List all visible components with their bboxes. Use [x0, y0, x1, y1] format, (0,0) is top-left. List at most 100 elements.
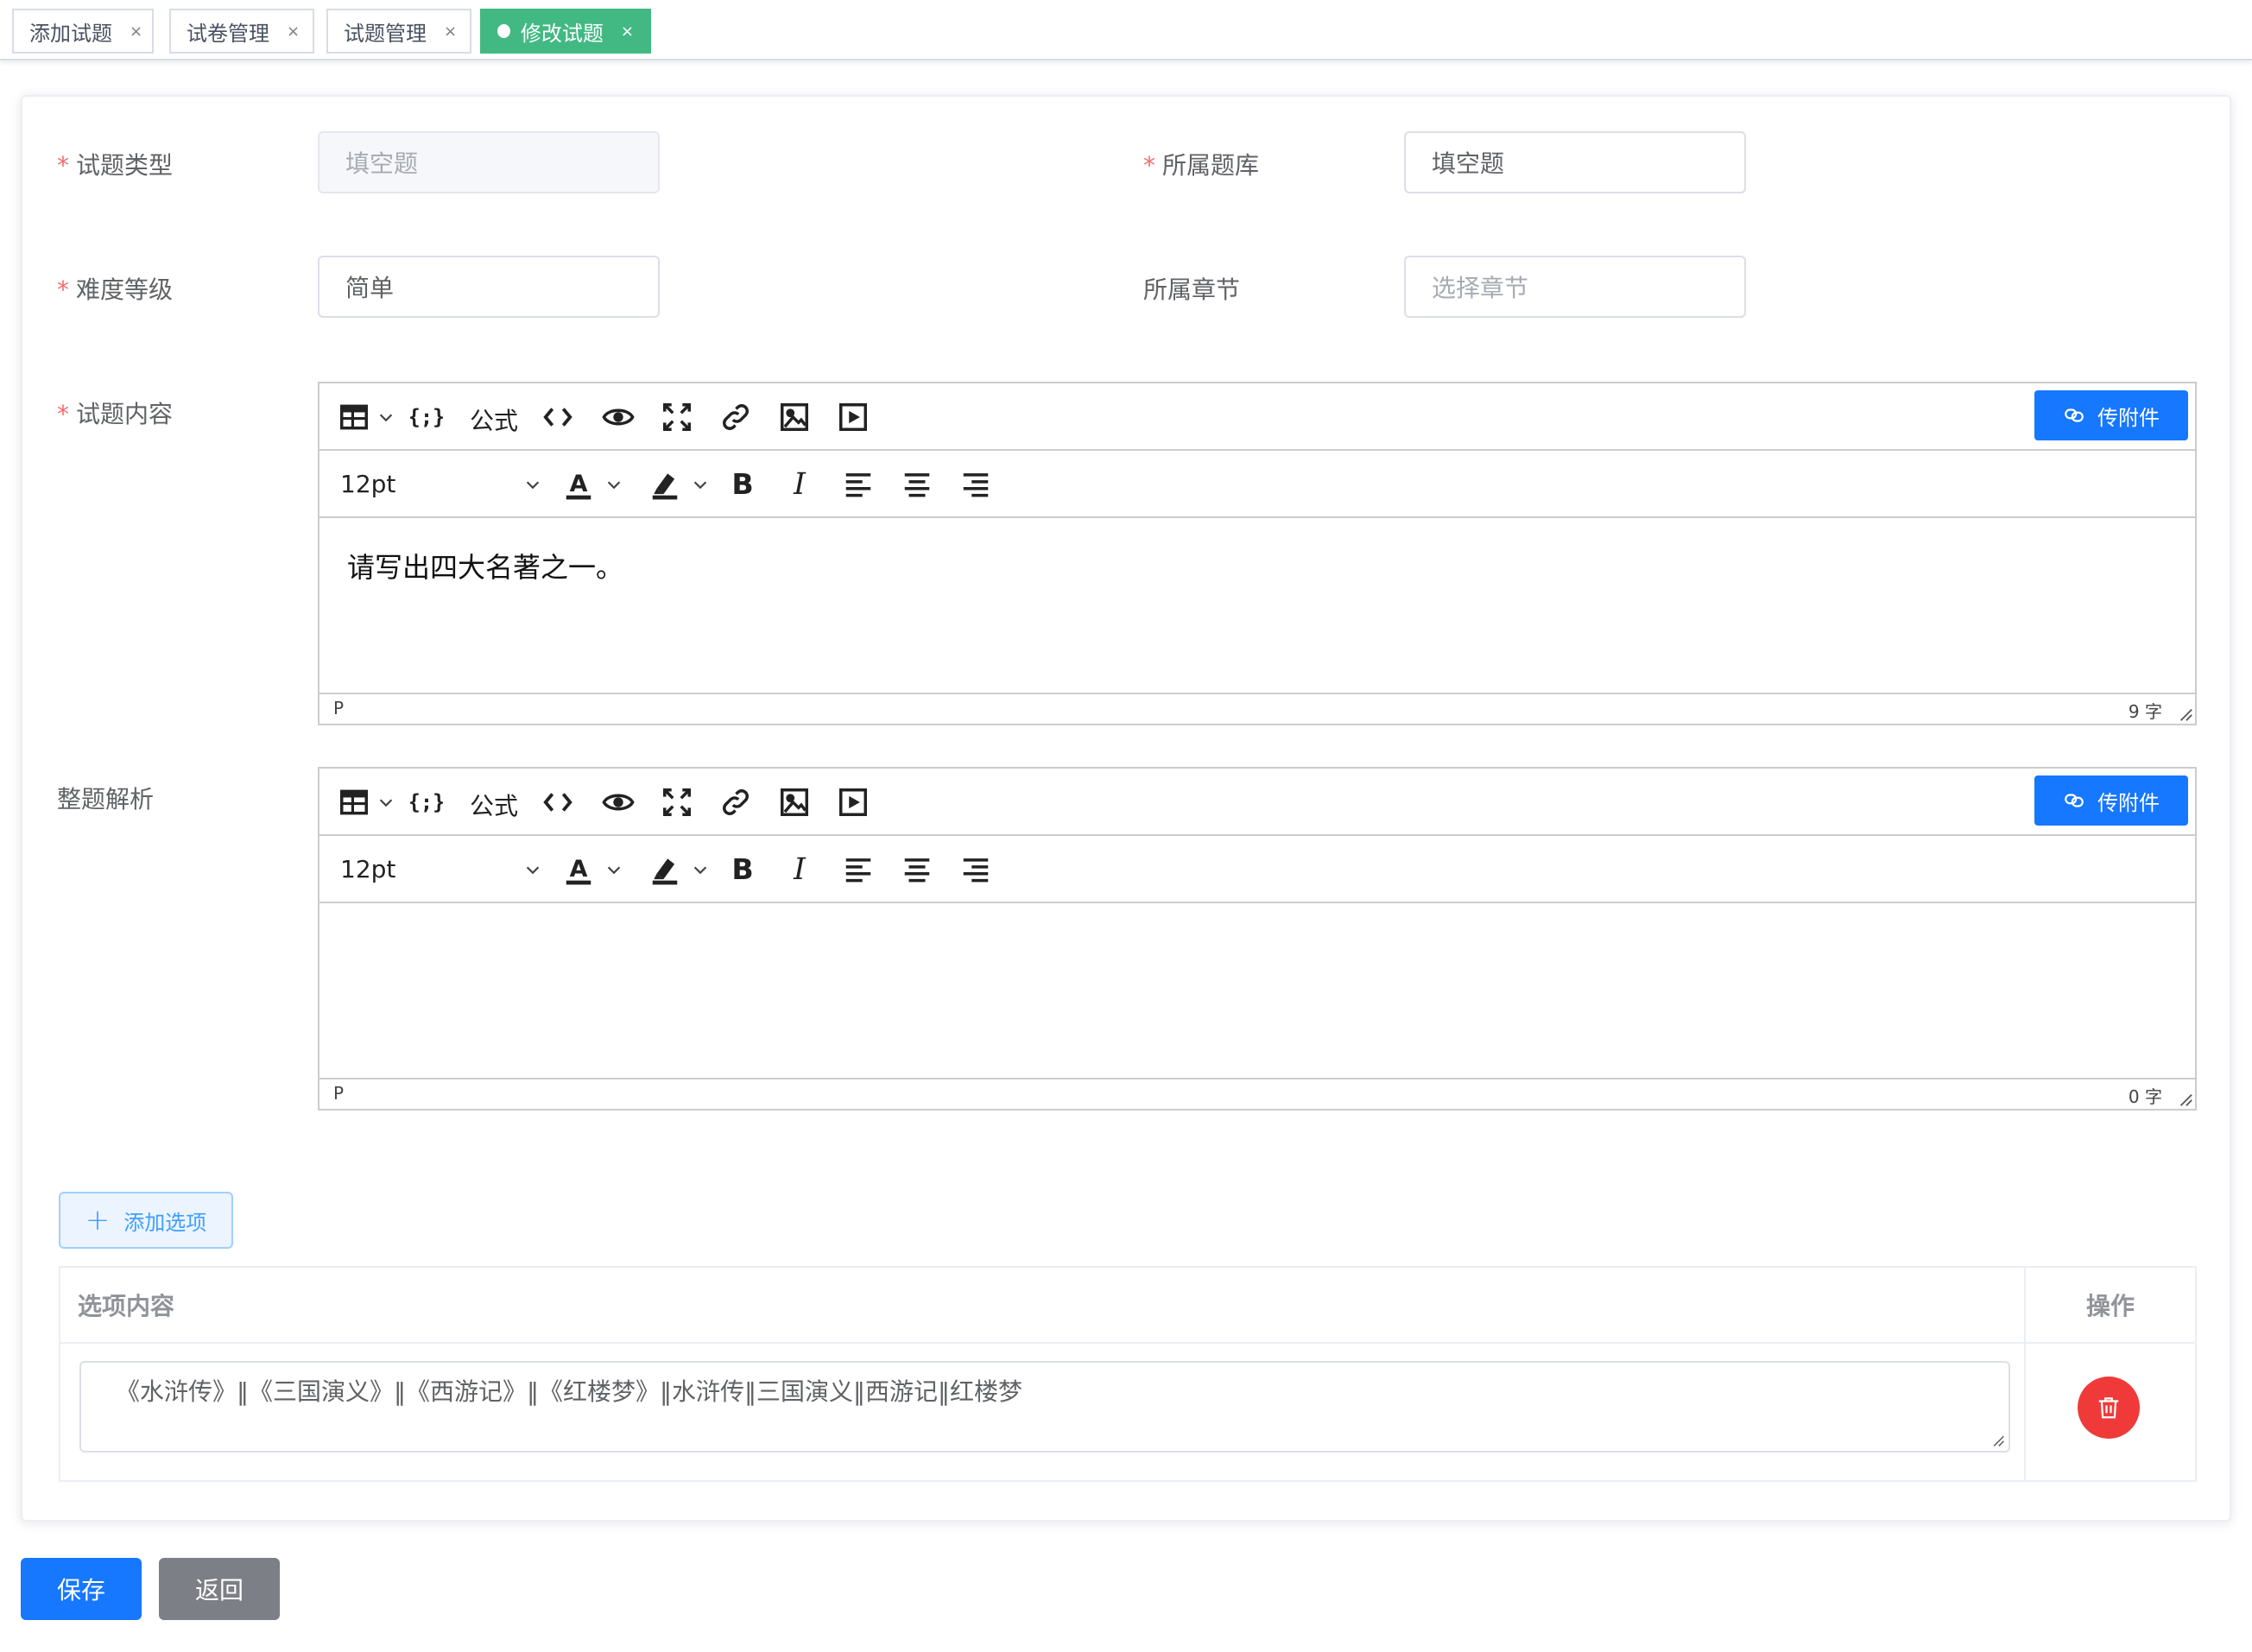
table-icon[interactable]: [337, 785, 371, 820]
close-icon[interactable]: ×: [444, 22, 457, 41]
attachment-icon: [2065, 408, 2084, 422]
svg-text:B: B: [731, 853, 753, 886]
formula-button[interactable]: 公式: [470, 788, 518, 822]
link-icon[interactable]: [718, 785, 753, 820]
content-edit-area[interactable]: 请写出四大名著之一。: [319, 518, 2195, 694]
word-count: 9 字: [2128, 701, 2162, 722]
tab-question-management[interactable]: 试题管理 ×: [326, 9, 471, 54]
difficulty-select[interactable]: 简单: [318, 256, 660, 318]
analysis-label: 整题解析: [57, 785, 155, 813]
option-content-textarea[interactable]: 《水浒传》‖《三国演义》‖《西游记》‖《红楼梦》‖水浒传‖三国演义‖西游记‖红楼…: [79, 1361, 2010, 1453]
analysis-edit-area[interactable]: [319, 903, 2195, 1079]
question-type-label: * 试题类型: [57, 151, 174, 180]
source-code-icon[interactable]: [541, 400, 575, 434]
font-size-select[interactable]: 12pt: [340, 470, 395, 498]
tab-edit-question[interactable]: 修改试题 ×: [480, 9, 651, 54]
tab-add-question[interactable]: 添加试题 ×: [12, 9, 154, 54]
upload-attachment-button[interactable]: 传附件: [2034, 775, 2188, 826]
chevron-down-icon[interactable]: [604, 475, 623, 494]
formula-button[interactable]: 公式: [470, 402, 518, 437]
word-count: 0 字: [2128, 1086, 2162, 1107]
editor-toolbar-row1: {;} 公式 传附件: [319, 383, 2195, 451]
table-icon[interactable]: [337, 400, 371, 434]
link-icon[interactable]: [718, 400, 753, 434]
chevron-down-icon[interactable]: [376, 408, 395, 427]
editor-statusbar: P 0 字: [319, 1079, 2195, 1109]
bold-icon[interactable]: B: [725, 467, 760, 502]
content-label: * 试题内容: [57, 400, 174, 428]
tab-paper-management[interactable]: 试卷管理 ×: [169, 9, 314, 54]
resize-handle-icon[interactable]: [2178, 1092, 2193, 1107]
code-sample-icon[interactable]: {;}: [409, 400, 444, 434]
chevron-down-icon[interactable]: [523, 475, 542, 494]
text-color-icon[interactable]: A: [561, 852, 596, 887]
column-header-content: 选项内容: [60, 1268, 2024, 1344]
close-icon[interactable]: ×: [621, 22, 634, 41]
highlight-icon[interactable]: [648, 852, 682, 887]
tab-label: 修改试题: [520, 21, 604, 46]
active-dot-icon: [497, 24, 510, 38]
preview-icon[interactable]: [601, 785, 636, 820]
chevron-down-icon[interactable]: [691, 475, 710, 494]
tab-label: 添加试题: [29, 21, 112, 46]
close-icon[interactable]: ×: [130, 22, 142, 41]
media-icon[interactable]: [836, 785, 870, 820]
font-size-select[interactable]: 12pt: [340, 855, 395, 883]
analysis-editor: {;} 公式 传附件: [318, 767, 2197, 1111]
italic-icon[interactable]: I: [782, 467, 817, 502]
align-center-icon[interactable]: [900, 467, 934, 502]
code-sample-icon[interactable]: {;}: [409, 785, 444, 820]
bold-icon[interactable]: B: [725, 852, 760, 887]
svg-text:A: A: [570, 471, 588, 497]
align-right-icon[interactable]: [958, 852, 993, 887]
chevron-down-icon[interactable]: [376, 793, 395, 812]
element-path[interactable]: P: [333, 698, 344, 718]
svg-text:I: I: [793, 853, 807, 886]
editor-toolbar-row2: 12pt A B I: [319, 451, 2195, 518]
align-center-icon[interactable]: [900, 852, 934, 887]
svg-text:{;}: {;}: [410, 790, 443, 814]
delete-option-button[interactable]: [2078, 1377, 2140, 1439]
media-icon[interactable]: [836, 400, 870, 434]
resize-handle-icon[interactable]: [2178, 706, 2193, 722]
preview-icon[interactable]: [601, 400, 636, 434]
image-icon[interactable]: [777, 785, 812, 820]
svg-text:{;}: {;}: [410, 405, 443, 429]
element-path[interactable]: P: [333, 1083, 344, 1104]
chapter-select[interactable]: 选择章节: [1404, 256, 1746, 318]
editor-toolbar-row1: {;} 公式 传附件: [319, 769, 2195, 836]
column-divider: [2024, 1268, 2026, 1480]
close-icon[interactable]: ×: [287, 22, 300, 41]
chevron-down-icon[interactable]: [604, 860, 623, 879]
image-icon[interactable]: [777, 400, 812, 434]
align-right-icon[interactable]: [958, 467, 993, 502]
fullscreen-icon[interactable]: [660, 785, 694, 820]
highlight-icon[interactable]: [648, 467, 682, 502]
upload-attachment-button[interactable]: 传附件: [2034, 390, 2188, 440]
question-type-input: 填空题: [318, 131, 660, 193]
resize-handle-icon[interactable]: [1991, 1434, 2005, 1447]
align-left-icon[interactable]: [841, 852, 876, 887]
chevron-down-icon[interactable]: [523, 860, 542, 879]
chevron-down-icon[interactable]: [691, 860, 710, 879]
difficulty-label: * 难度等级: [57, 275, 174, 304]
tab-label: 试题管理: [344, 21, 427, 46]
text-color-icon[interactable]: A: [561, 467, 596, 502]
editor-toolbar-row2: 12pt A B I: [319, 836, 2195, 903]
back-button[interactable]: 返回: [159, 1558, 280, 1620]
svg-text:I: I: [793, 468, 807, 501]
svg-text:B: B: [731, 468, 753, 501]
question-bank-select[interactable]: 填空题: [1404, 131, 1746, 193]
fullscreen-icon[interactable]: [660, 400, 694, 434]
add-option-button[interactable]: + 添加选项: [59, 1192, 233, 1249]
content-text: 请写出四大名著之一。: [347, 551, 624, 584]
source-code-icon[interactable]: [541, 785, 575, 820]
tags-view-bar: 添加试题 × 试卷管理 × 试题管理 × 修改试题 ×: [0, 0, 2252, 60]
question-form-card: * 试题类型 填空题 * 所属题库 填空题 * 难度等级 简单 所属章节 选择章节 *…: [21, 95, 2231, 1522]
svg-text:A: A: [570, 856, 588, 883]
save-button[interactable]: 保存: [21, 1558, 142, 1620]
options-table: 选项内容 操作 《水浒传》‖《三国演义》‖《西游记》‖《红楼梦》‖水浒传‖三国演…: [59, 1266, 2197, 1482]
plus-icon: +: [85, 1203, 111, 1237]
italic-icon[interactable]: I: [782, 852, 817, 887]
align-left-icon[interactable]: [841, 467, 876, 502]
